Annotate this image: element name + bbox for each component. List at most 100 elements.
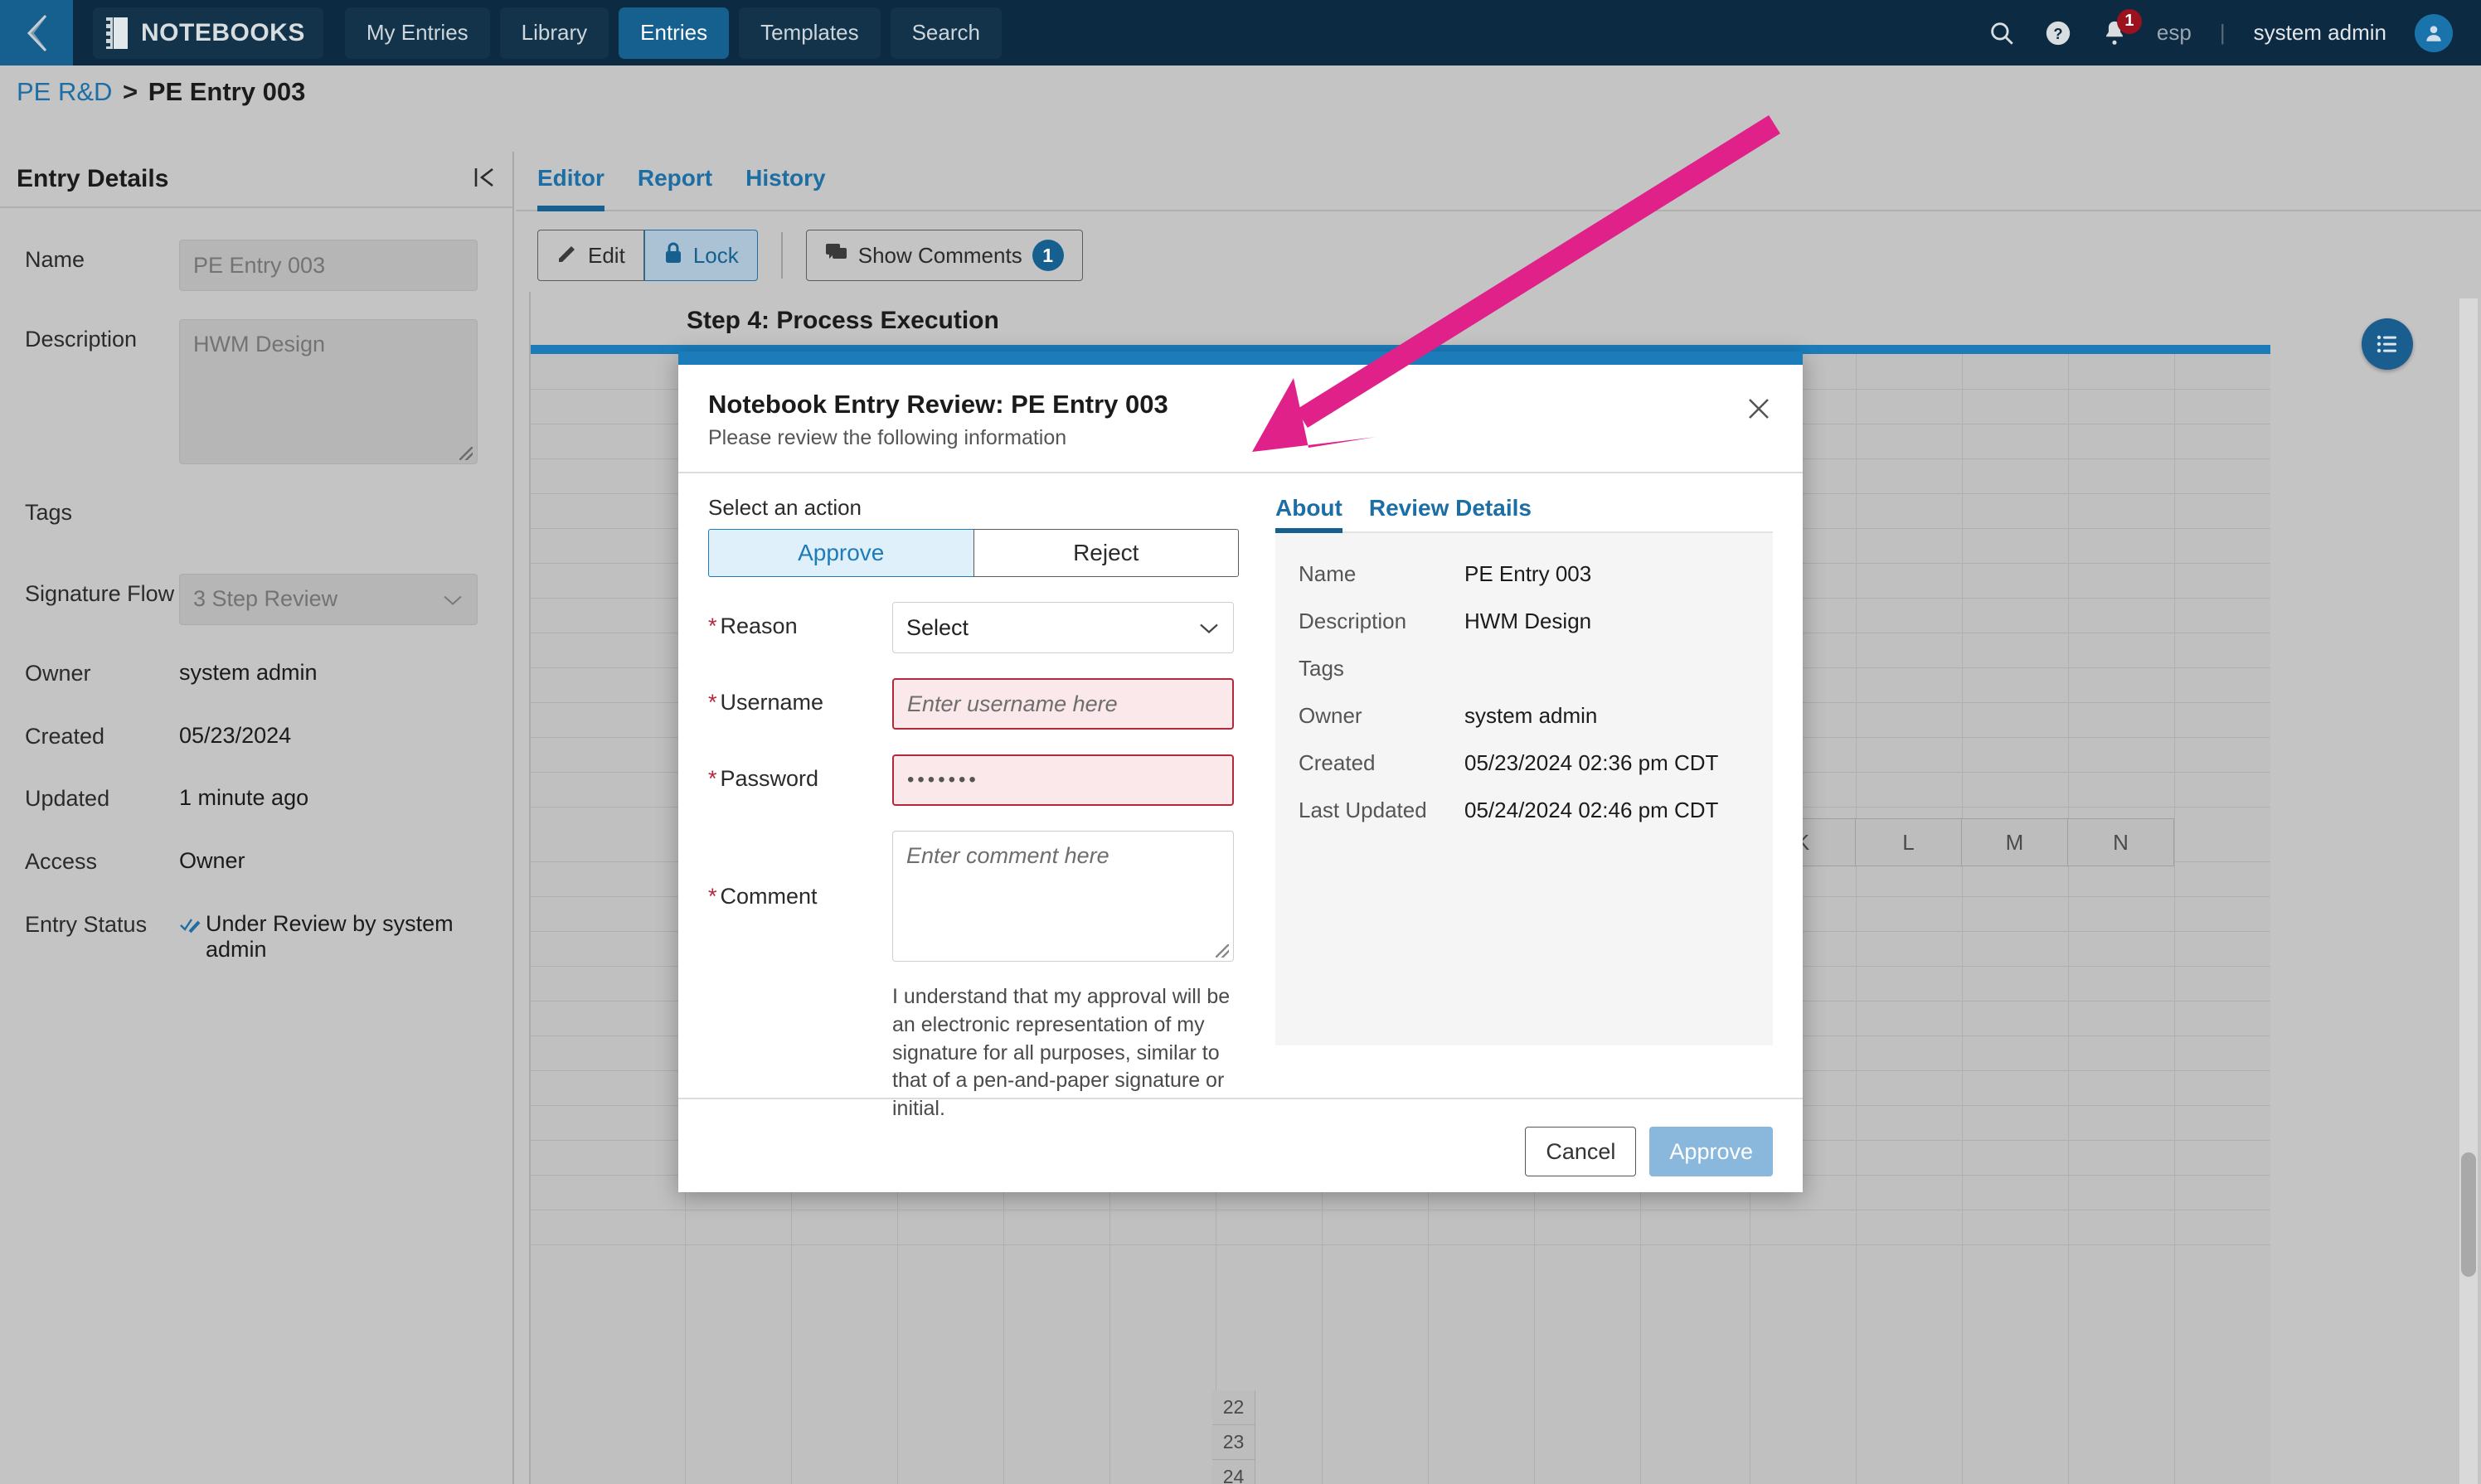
select-action-label: Select an action bbox=[708, 495, 862, 520]
about-value-created: 05/23/2024 02:36 pm CDT bbox=[1464, 750, 1719, 775]
column-header-l[interactable]: L bbox=[1856, 819, 1962, 866]
list-icon[interactable] bbox=[2362, 318, 2413, 370]
name-input[interactable]: PE Entry 003 bbox=[179, 240, 478, 291]
password-label: * Password bbox=[708, 754, 892, 792]
password-input[interactable]: ••••••• bbox=[892, 754, 1234, 806]
description-textarea[interactable]: HWM Design bbox=[179, 319, 478, 464]
sidebar-label-owner: Owner bbox=[25, 660, 91, 686]
field-username: * Username Enter username here bbox=[708, 678, 1245, 730]
breadcrumb-bar: PE R&D > PE Entry 003 Review ▼ bbox=[0, 65, 2481, 228]
access-value: Owner bbox=[179, 848, 245, 873]
row-header-24[interactable]: 24 bbox=[1212, 1460, 1255, 1484]
scrollbar-thumb[interactable] bbox=[2461, 1152, 2476, 1277]
approve-segment[interactable]: Approve bbox=[708, 529, 973, 577]
reject-segment[interactable]: Reject bbox=[973, 529, 1239, 577]
chevron-down-icon bbox=[1198, 615, 1220, 641]
svg-text:?: ? bbox=[2053, 25, 2062, 42]
approve-button[interactable]: Approve bbox=[1649, 1127, 1773, 1176]
sidebar-label-signature-flow: Signature Flow bbox=[25, 580, 175, 606]
brand-name: NOTEBOOKS bbox=[141, 18, 305, 46]
breadcrumb-current: PE Entry 003 bbox=[148, 77, 306, 106]
sidebar-field-updated: Updated 1 minute ago bbox=[25, 778, 493, 813]
column-header-m[interactable]: M bbox=[1962, 819, 2068, 866]
review-check-icon bbox=[179, 911, 202, 943]
reason-label: * Reason bbox=[708, 602, 892, 639]
sidebar-field-list: Name PE Entry 003 Description HWM Design… bbox=[0, 208, 512, 963]
sheet-row-headers: 22 23 24 25 26 27 28 29 30 bbox=[1212, 1390, 1255, 1484]
dialog-subtitle: Please review the following information bbox=[708, 426, 1067, 449]
edit-button[interactable]: Edit bbox=[537, 230, 644, 281]
username-input[interactable]: Enter username here bbox=[892, 678, 1234, 730]
editor-tab-list: Editor Report History bbox=[516, 152, 2481, 211]
pencil-icon bbox=[556, 242, 578, 269]
reason-label-text: Reason bbox=[720, 613, 798, 638]
sidebar-field-access: Access Owner bbox=[25, 841, 493, 876]
bell-icon[interactable]: 1 bbox=[2100, 8, 2142, 47]
sidebar-field-description: Description HWM Design bbox=[25, 319, 493, 464]
username-label-text: Username bbox=[720, 690, 824, 715]
row-header-23[interactable]: 23 bbox=[1212, 1425, 1255, 1460]
brand-home-link[interactable]: NOTEBOOKS bbox=[93, 7, 323, 59]
about-key-owner: Owner bbox=[1299, 703, 1362, 728]
collapse-panel-icon[interactable] bbox=[473, 165, 496, 194]
tab-review-details[interactable]: Review Details bbox=[1369, 495, 1532, 531]
tab-history[interactable]: History bbox=[745, 165, 825, 210]
about-key-name: Name bbox=[1299, 561, 1357, 586]
row-header-22[interactable]: 22 bbox=[1212, 1390, 1255, 1425]
breadcrumb-parent[interactable]: PE R&D bbox=[17, 77, 112, 106]
field-password: * Password ••••••• bbox=[708, 754, 1245, 806]
field-reason: * Reason Select bbox=[708, 602, 1245, 653]
signature-flow-value: 3 Step Review bbox=[193, 586, 338, 612]
tab-report[interactable]: Report bbox=[638, 165, 712, 210]
help-circle-icon[interactable]: ? bbox=[2044, 19, 2072, 47]
chevron-left-icon[interactable] bbox=[0, 0, 73, 65]
dialog-accent-bar bbox=[678, 352, 1803, 365]
about-value-owner: system admin bbox=[1464, 703, 1598, 728]
language-switch[interactable]: esp bbox=[2157, 20, 2192, 46]
action-segmented-control: Approve Reject bbox=[708, 529, 1239, 577]
cancel-button[interactable]: Cancel bbox=[1525, 1127, 1637, 1176]
close-icon[interactable] bbox=[1745, 395, 1773, 427]
sidebar-label-created: Created bbox=[25, 723, 105, 749]
comment-textarea[interactable]: Enter comment here bbox=[892, 831, 1234, 962]
nav-tab-my-entries[interactable]: My Entries bbox=[344, 7, 490, 59]
reason-select[interactable]: Select bbox=[892, 602, 1234, 653]
user-avatar-icon[interactable] bbox=[2415, 13, 2453, 52]
entry-details-sidebar: Entry Details Name PE Entry 003 Descript… bbox=[0, 152, 514, 1484]
search-icon[interactable] bbox=[1988, 19, 2016, 47]
about-key-last-updated: Last Updated bbox=[1299, 798, 1427, 822]
sidebar-field-name: Name PE Entry 003 bbox=[25, 240, 493, 291]
nav-tab-templates[interactable]: Templates bbox=[739, 7, 881, 59]
about-key-description: Description bbox=[1299, 609, 1407, 633]
tab-about[interactable]: About bbox=[1275, 495, 1342, 533]
comment-label: * Comment bbox=[708, 884, 892, 909]
review-action-form: Select an action Approve Reject * Reason … bbox=[708, 495, 1245, 1120]
username-label: * Username bbox=[708, 678, 892, 715]
tab-editor[interactable]: Editor bbox=[537, 165, 604, 211]
comments-count-badge: 1 bbox=[1032, 240, 1064, 271]
nav-tab-entries[interactable]: Entries bbox=[619, 7, 730, 59]
about-value-description: HWM Design bbox=[1464, 609, 1592, 633]
nav-tab-search[interactable]: Search bbox=[890, 7, 1002, 59]
lock-button[interactable]: Lock bbox=[643, 230, 758, 281]
user-name-label[interactable]: system admin bbox=[2254, 20, 2386, 46]
about-row-owner: Owner system admin bbox=[1299, 703, 1750, 729]
sidebar-title: Entry Details bbox=[17, 165, 169, 192]
signature-flow-select[interactable]: 3 Step Review bbox=[179, 573, 478, 625]
entry-status-text: Under Review by system admin bbox=[206, 910, 454, 962]
about-value-last-updated: 05/24/2024 02:46 pm CDT bbox=[1464, 798, 1719, 822]
required-marker: * bbox=[708, 613, 717, 638]
show-comments-button[interactable]: Show Comments 1 bbox=[805, 230, 1083, 281]
dialog-body: Select an action Approve Reject * Reason … bbox=[678, 472, 1803, 1120]
required-marker: * bbox=[708, 690, 717, 715]
nav-tab-list: My Entries Library Entries Templates Sea… bbox=[344, 7, 1002, 59]
show-comments-label: Show Comments bbox=[857, 242, 1022, 268]
sidebar-label-tags: Tags bbox=[25, 500, 73, 525]
nav-tab-library[interactable]: Library bbox=[499, 7, 609, 59]
sidebar-label-name: Name bbox=[25, 247, 85, 272]
vertical-scrollbar[interactable] bbox=[2459, 298, 2478, 1484]
entry-status-badge: Under Review by system admin bbox=[179, 904, 454, 963]
editor-toolbar: Edit Lock Show Comments 1 bbox=[516, 211, 2481, 281]
column-header-n[interactable]: N bbox=[2068, 819, 2174, 866]
reason-selected-value: Select bbox=[906, 614, 969, 640]
